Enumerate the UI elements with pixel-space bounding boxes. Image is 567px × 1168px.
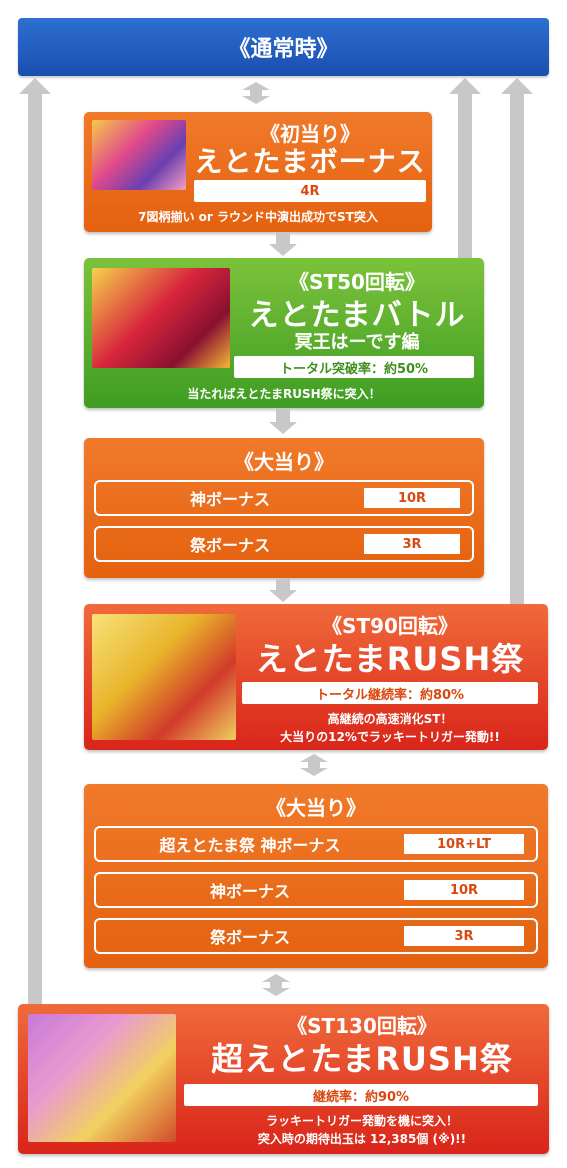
down-arrow-icon	[269, 590, 297, 602]
right-return-line-1	[458, 92, 472, 260]
row-label: 神ボーナス	[209, 882, 290, 901]
st50-box: 《ST50回転》 えとたまバトル 冥王はーです編 トータル突破率：約50% 当た…	[84, 258, 484, 408]
row-label: 超えとたま祭 神ボーナス	[159, 836, 341, 855]
first-hit-rounds: 4R	[194, 180, 426, 202]
row-value: 10R	[404, 880, 524, 900]
st50-thumbnail	[92, 268, 230, 368]
connector-3	[276, 578, 290, 590]
st50-subtitle2: 冥王はーです編	[294, 332, 420, 353]
row-value: 10R+LT	[404, 834, 524, 854]
double-arrow-icon	[300, 754, 328, 776]
st90-desc2: 大当りの12%でラッキートリガー発動!!	[280, 730, 500, 744]
left-return-arrow	[19, 78, 51, 94]
row-label: 神ボーナス	[189, 490, 270, 509]
st130-box: 《ST130回転》 超えとたまRUSH祭 継続率：約90% ラッキートリガー発動…	[18, 1004, 549, 1154]
st50-desc: 当たればえとたまRUSH祭に突入！	[187, 387, 381, 401]
double-arrow-icon	[242, 82, 270, 104]
first-hit-desc: 7図柄揃い or ラウンド中演出成功でST突入	[138, 210, 378, 224]
st130-desc1: ラッキートリガー発動を機に突入！	[265, 1114, 458, 1128]
st130-rate: 継続率：約90%	[184, 1084, 538, 1106]
row-value: 10R	[364, 488, 460, 508]
st130-desc2: 突入時の期待出玉は 12,385個 (※)!!	[257, 1132, 467, 1146]
connector-1	[276, 232, 290, 244]
connector-2	[276, 408, 290, 422]
left-return-line	[28, 92, 42, 1004]
st90-title: えとたまRUSH祭	[255, 640, 525, 678]
row-label: 祭ボーナス	[189, 536, 270, 555]
st130-thumbnail	[28, 1014, 176, 1142]
first-hit-thumbnail	[92, 120, 186, 190]
big-hit-row: 神ボーナス 10R	[94, 872, 538, 908]
big-hit-row: 祭ボーナス 3R	[94, 526, 474, 562]
first-hit-title: えとたまボーナス	[194, 145, 426, 178]
first-hit-box: 《初当り》 えとたまボーナス 4R 7図柄揃い or ラウンド中演出成功でST突…	[84, 112, 432, 232]
st90-box: 《ST90回転》 えとたまRUSH祭 トータル継続率：約80% 高継続の高速消化…	[84, 604, 548, 750]
st90-rate: トータル継続率：約80%	[242, 682, 538, 704]
right-return-arrow-1	[449, 78, 481, 94]
big-hit-title-2: 《大当り》	[266, 796, 366, 820]
row-value: 3R	[364, 534, 460, 554]
st90-thumbnail	[92, 614, 236, 740]
big-hit-row: 神ボーナス 10R	[94, 480, 474, 516]
big-hit-title-1: 《大当り》	[234, 450, 334, 474]
big-hit-box-2: 《大当り》 超えとたま祭 神ボーナス 10R+LT 神ボーナス 10R 祭ボーナ…	[84, 784, 548, 968]
st50-rate: トータル突破率：約50%	[234, 356, 474, 378]
row-label: 祭ボーナス	[209, 928, 290, 947]
double-arrow-icon	[262, 974, 290, 996]
big-hit-box-1: 《大当り》 神ボーナス 10R 祭ボーナス 3R	[84, 438, 484, 578]
big-hit-row: 超えとたま祭 神ボーナス 10R+LT	[94, 826, 538, 862]
normal-mode-header: 《通常時》	[18, 18, 549, 76]
right-return-line-2	[510, 92, 524, 604]
big-hit-row: 祭ボーナス 3R	[94, 918, 538, 954]
down-arrow-icon	[269, 244, 297, 256]
row-value: 3R	[404, 926, 524, 946]
st130-title: 超えとたまRUSH祭	[211, 1040, 513, 1078]
right-return-arrow-2	[501, 78, 533, 94]
down-arrow-icon	[269, 422, 297, 434]
st90-desc1: 高継続の高速消化ST！	[327, 712, 453, 726]
